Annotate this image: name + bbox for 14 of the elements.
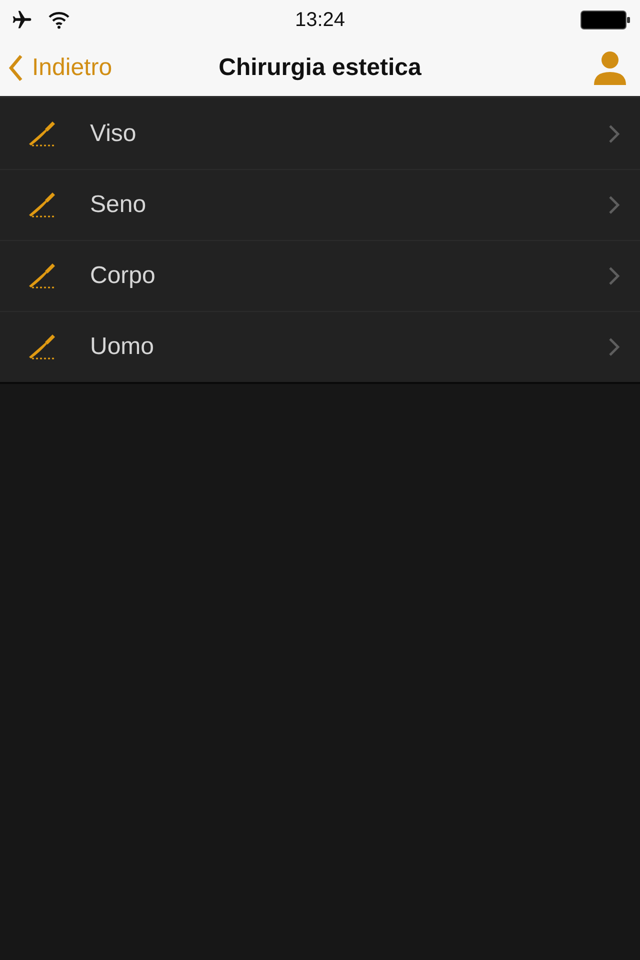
- battery-icon: [580, 9, 632, 31]
- list-item[interactable]: Seno: [0, 169, 640, 240]
- status-time: 13:24: [294, 10, 346, 30]
- wifi-icon: [48, 11, 70, 29]
- chevron-right-icon: [608, 266, 620, 286]
- list-item[interactable]: Viso: [0, 98, 640, 169]
- chevron-right-icon: [608, 337, 620, 357]
- person-icon[interactable]: [592, 51, 628, 85]
- list-item[interactable]: Corpo: [0, 240, 640, 311]
- chevron-right-icon: [608, 124, 620, 144]
- navigation-title: Chirurgia estetica: [218, 56, 422, 80]
- chevron-right-icon: [608, 195, 620, 215]
- list-item[interactable]: Uomo: [0, 311, 640, 382]
- chevron-left-icon: [8, 54, 24, 82]
